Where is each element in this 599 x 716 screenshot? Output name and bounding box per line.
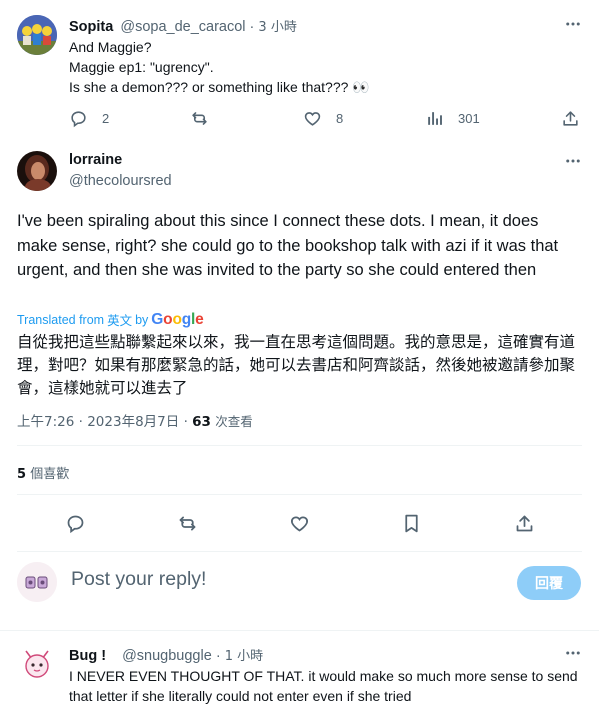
tweet1-view-count: 301: [458, 111, 480, 126]
main-tweet-time[interactable]: 上午7:26: [17, 414, 74, 430]
main-tweet-like-count: 5: [17, 467, 27, 482]
tweet1-text: And Maggie? Maggie ep1: "ugrency". Is sh…: [69, 37, 569, 97]
reply-icon: [71, 111, 86, 128]
main-reply-button[interactable]: [60, 508, 90, 538]
main-tweet-translation: 自從我把這些點聯繫起來以來，我一直在思考這個問題。我的意思是，這確實有道理，對吧…: [17, 333, 576, 397]
tweet1-line: Is she a demon??? or something like that…: [69, 79, 370, 95]
tweet1-like-count: 8: [336, 111, 344, 126]
avatar-bug-image: [17, 643, 57, 683]
main-action-bar: [17, 508, 582, 538]
tweet1-more-button[interactable]: [563, 14, 583, 34]
tweet1-handle[interactable]: @sopa_de_caracol: [120, 19, 245, 35]
divider: [17, 551, 582, 552]
main-share-button[interactable]: [509, 508, 539, 538]
divider: [17, 445, 582, 446]
main-like-button[interactable]: [284, 508, 314, 538]
translated-language: 英文: [107, 313, 133, 328]
reply-submit-button[interactable]: 回覆: [517, 566, 581, 600]
tweet1-like-button[interactable]: 8: [303, 109, 343, 128]
tweet3-author-name[interactable]: Bug !: [69, 648, 106, 664]
bookmark-icon: [404, 514, 418, 532]
main-tweet-meta: 上午7:26 · 2023年8月7日 · 63 次查看: [17, 410, 253, 430]
share-icon: [563, 111, 578, 126]
tweet1-separator: ·: [249, 19, 255, 35]
tweet1-reply-button[interactable]: 2: [69, 109, 109, 128]
avatar-lorraine[interactable]: [17, 151, 57, 191]
more-icon: [566, 22, 580, 26]
translated-prefix: Translated from: [17, 312, 105, 327]
avatar-bug[interactable]: [17, 643, 57, 683]
avatar-lorraine-image: [17, 151, 57, 191]
main-tweet-view-count: 63: [192, 414, 211, 430]
tweet1-share-button[interactable]: [561, 109, 580, 128]
main-tweet-view-label: 次查看: [215, 414, 253, 429]
avatar-sopita[interactable]: [17, 15, 57, 55]
main-tweet-like-label: 個喜歡: [30, 467, 70, 482]
retweet-icon: [179, 516, 195, 530]
tweet1-author-name[interactable]: Sopita: [69, 19, 113, 35]
translated-from-google[interactable]: Translated from 英文 by Google: [17, 310, 204, 329]
divider: [0, 630, 599, 631]
heart-icon: [290, 515, 308, 532]
meta-dot: ·: [183, 414, 188, 430]
tweet3-handle[interactable]: @snugbuggle: [122, 648, 212, 664]
retweet-icon: [192, 112, 207, 125]
tweet3-header: Bug ! @snugbuggle · 1 小時: [69, 645, 263, 664]
main-handle[interactable]: @thecoloursred: [69, 173, 172, 189]
more-icon: [566, 159, 580, 163]
main-more-button[interactable]: [563, 151, 583, 171]
tweet3-time[interactable]: 1 小時: [225, 649, 263, 664]
heart-icon: [304, 112, 321, 126]
more-icon: [566, 651, 580, 655]
share-icon: [516, 515, 532, 531]
tweet3-text: I NEVER EVEN THOUGHT OF THAT. it would m…: [69, 668, 578, 704]
tweet1-time[interactable]: 3 小時: [258, 20, 296, 35]
main-tweet-date[interactable]: 2023年8月7日: [87, 414, 179, 430]
main-tweet-text: I've been spiraling about this since I c…: [17, 212, 559, 279]
tweet3-more-button[interactable]: [563, 643, 583, 663]
avatar-current-user[interactable]: [17, 562, 57, 602]
avatar-sopita-image: [17, 15, 57, 55]
main-bookmark-button[interactable]: [396, 508, 426, 538]
main-tweet-likes[interactable]: 5 個喜歡: [17, 463, 69, 482]
translated-by: by: [135, 312, 149, 327]
tweet1-line: Maggie ep1: "ugrency".: [69, 59, 214, 75]
divider: [17, 494, 582, 495]
meta-dot: ·: [78, 414, 83, 430]
reply-input[interactable]: Post your reply!: [71, 568, 206, 591]
tweet3-separator: ·: [215, 648, 221, 664]
tweet1-reply-count: 2: [102, 111, 110, 126]
tweet1-views-button[interactable]: 301: [425, 109, 480, 128]
views-icon: [428, 112, 442, 125]
avatar-current-user-image: [17, 562, 57, 602]
google-logo: Google: [151, 310, 204, 328]
main-retweet-button[interactable]: [172, 508, 202, 538]
reply-icon: [67, 515, 83, 533]
tweet1-line: And Maggie?: [69, 39, 152, 55]
main-author-name[interactable]: lorraine: [69, 152, 122, 168]
tweet1-header: Sopita @sopa_de_caracol · 3 小時: [69, 16, 297, 35]
tweet1-retweet-button[interactable]: [190, 109, 209, 128]
